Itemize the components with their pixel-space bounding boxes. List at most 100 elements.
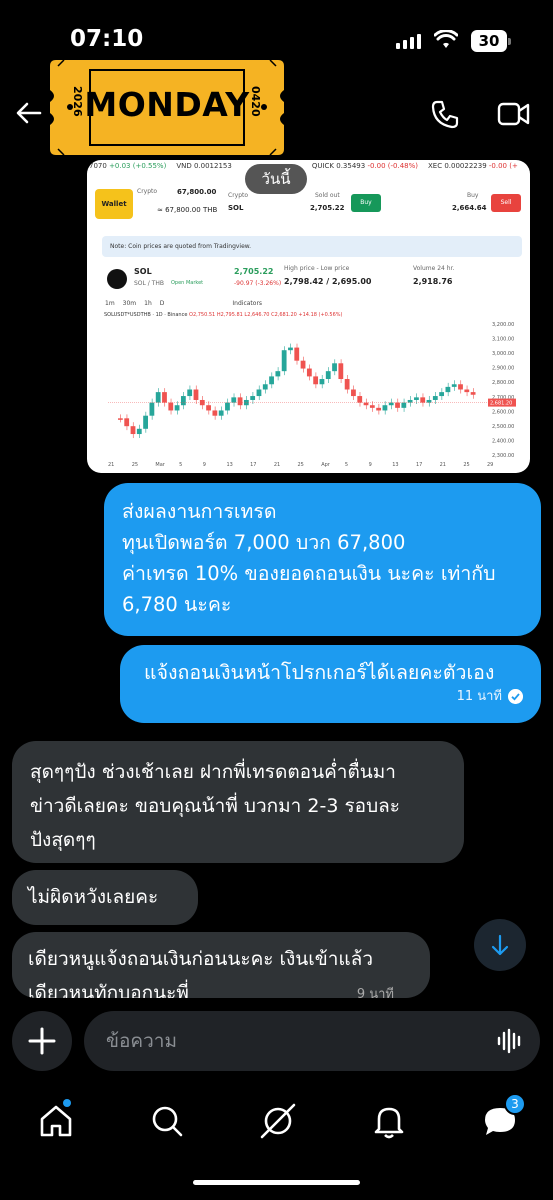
candle-body	[369, 405, 375, 408]
candle-body	[180, 396, 186, 406]
messages-badge: 3	[504, 1093, 526, 1115]
candle-body	[344, 379, 350, 390]
candle-body	[332, 363, 337, 372]
phone-icon[interactable]	[430, 99, 460, 129]
candle-body	[237, 397, 243, 406]
grok-icon	[260, 1103, 296, 1139]
x-tick-label: 25	[298, 462, 304, 468]
candle-body	[281, 350, 287, 372]
nav-messages[interactable]: 3	[480, 1093, 526, 1141]
candle-body	[432, 396, 438, 400]
candle-body	[193, 389, 199, 400]
candle-body	[319, 379, 325, 385]
nav-home[interactable]	[36, 1099, 76, 1141]
candle-body	[118, 418, 123, 420]
home-indicator	[193, 1180, 360, 1185]
x-tick-label: 21	[440, 462, 446, 468]
candle-body	[218, 410, 224, 416]
outgoing-message[interactable]: แจ้งถอนเงินหน้าโปรกเกอร์ได้เลยคะตัวเอง 1…	[120, 645, 541, 723]
candle-body	[464, 389, 470, 393]
candle-body	[451, 384, 457, 387]
incoming-message[interactable]: สุดๆๆปัง ช่วงเช้าเลย ฝากพี่เทรดตอนค่ำตื่…	[12, 741, 464, 863]
wifi-icon	[434, 30, 458, 48]
incoming-message[interactable]: ไม่ผิดหวังเลยคะ	[12, 870, 198, 925]
message-time: 9 นาที	[356, 987, 394, 998]
profile-badge[interactable]: MONDAY 2026 0420	[50, 60, 284, 155]
message-composer[interactable]	[84, 1011, 540, 1071]
badge-code: 0420	[249, 86, 262, 117]
message-input[interactable]	[106, 1025, 476, 1057]
ticker-strip: 7070 +0.03 (+0.55%) VND 0.0012153 QUICK …	[87, 162, 530, 178]
candle-body	[206, 405, 211, 411]
scroll-to-bottom-button[interactable]	[474, 919, 526, 971]
symbol-summary: SOL SOL / THB Open Market 2,705.22 -90.9…	[102, 265, 522, 295]
battery-icon: 30	[471, 30, 511, 52]
shared-trading-screenshot[interactable]: 7070 +0.03 (+0.55%) VND 0.0012153 QUICK …	[87, 160, 530, 473]
candle-body	[407, 399, 413, 403]
x-tick-label: 13	[226, 462, 232, 468]
x-tick-label: 21	[274, 462, 280, 468]
add-attachment-button[interactable]	[12, 1011, 72, 1071]
incoming-message[interactable]: เดียวหนูแจ้งถอนเงินก่อนนะคะ เงินเข้าแล้ว…	[12, 932, 430, 998]
candle-body	[143, 415, 148, 429]
price-chart: 1m 30m 1h D Indicators SOLUSDT*USDTHB · 1D ·…	[102, 300, 522, 470]
candle-body	[136, 428, 142, 435]
candle-body	[300, 360, 306, 369]
x-tick-label: 13	[392, 462, 398, 468]
ticker-item: QUICK 0.35493 -0.00 (-0.48%)	[311, 162, 418, 170]
candle-body	[395, 402, 400, 408]
voice-message-icon[interactable]	[496, 1028, 524, 1054]
nav-grok[interactable]	[258, 1101, 298, 1141]
message-time: 11 นาที	[456, 689, 502, 704]
candle-body	[130, 426, 136, 435]
nav-notifications[interactable]	[369, 1101, 409, 1141]
candle-body	[439, 392, 445, 397]
price-note: Note: Coin prices are quoted from Tradin…	[102, 236, 522, 257]
candle-body	[174, 405, 180, 411]
candle-body	[155, 392, 161, 403]
candle-body	[187, 389, 193, 397]
x-tick-label: 5	[345, 462, 348, 468]
candle-body	[414, 397, 419, 400]
bottom-nav: 3	[0, 1085, 553, 1155]
candle-body	[382, 405, 388, 411]
candle-body	[388, 402, 394, 406]
candle-body	[445, 386, 451, 393]
candle-body	[231, 397, 237, 403]
home-notification-dot	[63, 1099, 71, 1107]
candle-body	[275, 371, 281, 377]
candle-body	[225, 402, 230, 411]
x-tick-label: Mar	[155, 462, 165, 468]
outgoing-message[interactable]: ส่งผลงานการเทรด ทุนเปิดพอร์ต 7,000 บวก 6…	[104, 483, 541, 636]
ticker-item: XEC 0.00022239 -0.00 (+	[428, 162, 518, 170]
y-tick-label: 3,100.00	[492, 337, 514, 343]
x-tick-label: 9	[369, 462, 372, 468]
nav-search[interactable]	[147, 1101, 187, 1141]
x-tick-label: 17	[416, 462, 422, 468]
candle-body	[426, 399, 432, 403]
y-tick-label: 3,000.00	[492, 351, 514, 357]
candle-body	[306, 368, 312, 377]
candle-body	[401, 402, 407, 408]
candle-body	[458, 384, 463, 390]
candle-body	[162, 392, 167, 403]
x-tick-label: Apr	[321, 462, 331, 468]
candle-body	[325, 371, 331, 380]
candle-body	[363, 402, 369, 406]
candle-body	[420, 397, 426, 403]
y-tick-label: 2,900.00	[492, 366, 514, 372]
sol-logo-icon	[107, 269, 127, 289]
x-tick-label: 17	[250, 462, 256, 468]
video-call-icon[interactable]	[497, 101, 531, 127]
x-tick-label: 29	[487, 462, 493, 468]
y-tick-label: 2,800.00	[492, 380, 514, 386]
candle-body	[376, 407, 382, 411]
wallet-button: Wallet	[95, 189, 133, 219]
back-arrow-icon[interactable]	[14, 98, 44, 128]
bell-icon	[374, 1107, 404, 1139]
x-tick-label: 25	[132, 462, 138, 468]
candle-body	[351, 389, 356, 397]
x-tick-label: 25	[463, 462, 469, 468]
home-icon	[40, 1105, 72, 1137]
y-tick-label: 3,200.00	[492, 322, 514, 328]
